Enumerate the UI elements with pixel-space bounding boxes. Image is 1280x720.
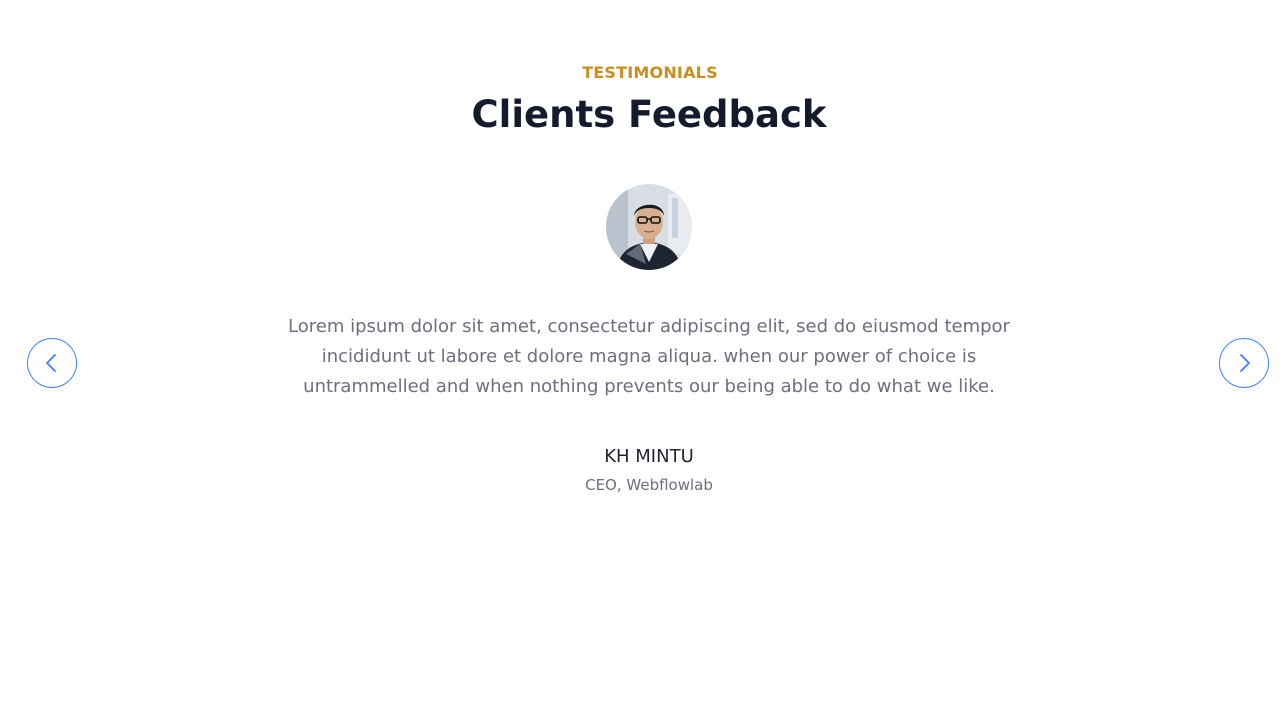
chevron-right-icon: [1240, 354, 1250, 372]
chevron-left-icon: [46, 354, 56, 372]
avatar: [606, 184, 692, 270]
testimonial-author-role: CEO, Webflowlab: [585, 476, 713, 494]
testimonial-author-name: KH MINTU: [604, 446, 694, 467]
testimonial-quote: Lorem ipsum dolor sit amet, consectetur …: [288, 316, 1010, 397]
section-title: Clients Feedback: [471, 93, 827, 136]
previous-testimonial-button[interactable]: [27, 338, 77, 388]
next-testimonial-button[interactable]: [1219, 338, 1269, 388]
section-eyebrow: TESTIMONIALS: [582, 63, 718, 82]
testimonials-section: TESTIMONIALS Clients Feedback Lorem ipsu…: [0, 0, 1280, 720]
person-portrait-image: [606, 184, 692, 270]
